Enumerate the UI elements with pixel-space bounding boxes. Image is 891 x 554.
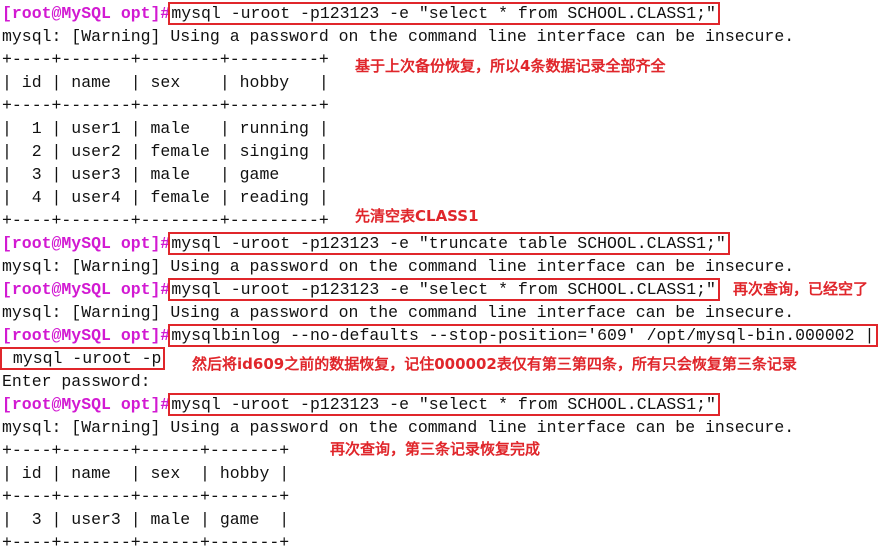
highlighted-command: mysql -uroot -p123123 -e "select * from … (168, 2, 720, 25)
output-text: mysql: [Warning] Using a password on the… (2, 303, 795, 322)
annotation-empty: 再次查询，已经空了 (733, 280, 869, 298)
output-text: | 2 | user2 | female | singing | (2, 142, 329, 161)
output-text: mysql: [Warning] Using a password on the… (2, 27, 795, 46)
highlighted-command: mysql -uroot -p (0, 347, 166, 370)
terminal-line: [root@MySQL opt]#mysql -uroot -p123123 -… (2, 232, 730, 255)
terminal-line: mysql: [Warning] Using a password on the… (2, 25, 794, 48)
terminal-line: mysql: [Warning] Using a password on the… (2, 255, 794, 278)
output-text: +----+-------+--------+---------+ (2, 211, 329, 230)
terminal-line: | 2 | user2 | female | singing | (2, 140, 329, 163)
output-text: +----+-------+------+-------+ (2, 441, 290, 460)
highlighted-command: mysql -uroot -p123123 -e "truncate table… (168, 232, 730, 255)
terminal-line: | 4 | user4 | female | reading | (2, 186, 329, 209)
annotation-full-records: 基于上次备份恢复，所以4条数据记录全部齐全 (355, 57, 666, 75)
highlighted-command: mysqlbinlog --no-defaults --stop-positio… (168, 324, 879, 347)
output-text: mysql: [Warning] Using a password on the… (2, 257, 795, 276)
terminal-line: | 3 | user3 | male | game | (2, 508, 289, 531)
output-text: +----+-------+--------+---------+ (2, 50, 329, 69)
highlighted-command: mysql -uroot -p123123 -e "select * from … (168, 393, 720, 416)
terminal-line: +----+-------+--------+---------+ (2, 209, 329, 232)
output-text: | 3 | user3 | male | game | (2, 165, 329, 184)
output-text: +----+-------+------+-------+ (2, 487, 290, 506)
terminal-line: +----+-------+--------+---------+ (2, 48, 329, 71)
terminal-line: | 3 | user3 | male | game | (2, 163, 329, 186)
output-text: +----+-------+------+-------+ (2, 533, 290, 552)
terminal-line: [root@MySQL opt]#mysql -uroot -p123123 -… (2, 393, 720, 416)
terminal-line: +----+-------+------+-------+ (2, 485, 289, 508)
output-text: | 4 | user4 | female | reading | (2, 188, 329, 207)
shell-prompt: [root@MySQL opt]# (2, 280, 171, 299)
annotation-restore: 然后将id609之前的数据恢复，记住000002表仅有第三第四条，所有只会恢复第… (192, 355, 797, 373)
terminal[interactable]: [root@MySQL opt]#mysql -uroot -p123123 -… (0, 0, 891, 552)
terminal-line: mysql: [Warning] Using a password on the… (2, 416, 794, 439)
terminal-line: | id | name | sex | hobby | (2, 462, 289, 485)
output-text: | id | name | sex | hobby | (2, 73, 329, 92)
shell-prompt: [root@MySQL opt]# (2, 326, 171, 345)
output-text: | 3 | user3 | male | game | (2, 510, 290, 529)
terminal-line: [root@MySQL opt]#mysqlbinlog --no-defaul… (2, 324, 879, 347)
terminal-line: +----+-------+--------+---------+ (2, 94, 329, 117)
terminal-line: | 1 | user1 | male | running | (2, 117, 329, 140)
terminal-line: [root@MySQL opt]#mysql -uroot -p123123 -… (2, 278, 720, 301)
shell-prompt: [root@MySQL opt]# (2, 234, 171, 253)
output-text: | id | name | sex | hobby | (2, 464, 290, 483)
shell-prompt: [root@MySQL opt]# (2, 395, 171, 414)
terminal-line: [root@MySQL opt]#mysql -uroot -p123123 -… (2, 2, 720, 25)
terminal-line: Enter password: (2, 370, 151, 393)
terminal-line: mysql: [Warning] Using a password on the… (2, 301, 794, 324)
highlighted-command: mysql -uroot -p123123 -e "select * from … (168, 278, 720, 301)
output-text: | 1 | user1 | male | running | (2, 119, 329, 138)
output-text: +----+-------+--------+---------+ (2, 96, 329, 115)
terminal-line: +----+-------+------+-------+ (2, 531, 289, 554)
terminal-line: | id | name | sex | hobby | (2, 71, 329, 94)
shell-prompt: [root@MySQL opt]# (2, 4, 171, 23)
annotation-restored: 再次查询，第三条记录恢复完成 (330, 440, 541, 458)
annotation-truncate: 先清空表CLASS1 (355, 207, 479, 225)
output-text: Enter password: (2, 372, 151, 391)
output-text: mysql: [Warning] Using a password on the… (2, 418, 795, 437)
terminal-line: mysql -uroot -p (0, 347, 166, 370)
terminal-line: +----+-------+------+-------+ (2, 439, 289, 462)
